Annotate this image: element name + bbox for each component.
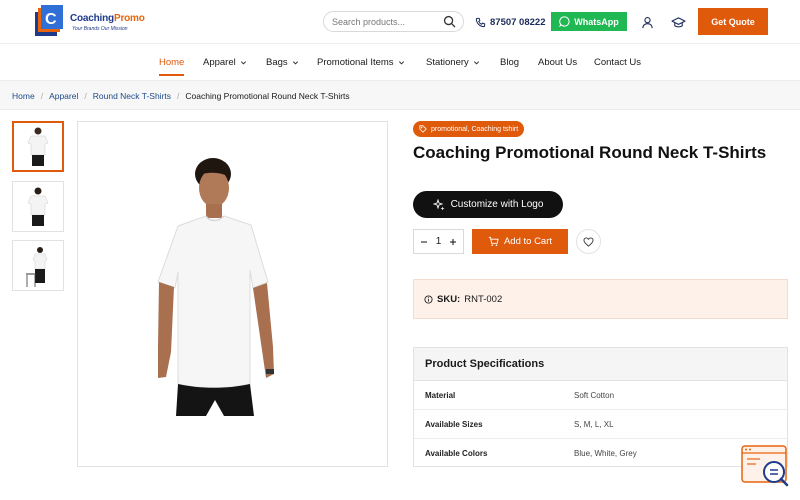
user-icon: [641, 16, 653, 28]
cart-icon: [488, 236, 499, 246]
logo[interactable]: C CoachingPromo Your Brands Our Mission: [32, 4, 145, 40]
chevron-down-icon: [240, 61, 246, 65]
product-tags-text: promotional, Coaching tshirt: [431, 125, 519, 133]
heart-icon: [583, 236, 594, 247]
nav-label: Stationery: [426, 57, 469, 68]
site-header: C CoachingPromo Your Brands Our Mission …: [0, 0, 800, 44]
nav-label: Promotional Items: [317, 57, 394, 68]
logo-wordmark: CoachingPromo: [70, 13, 145, 24]
nav-label: Blog: [500, 57, 520, 68]
breadcrumb-separator: /: [40, 91, 44, 101]
breadcrumb-apparel[interactable]: Apparel: [49, 91, 78, 101]
account-button[interactable]: [638, 12, 656, 32]
main-product-image[interactable]: [77, 121, 388, 467]
quantity-stepper: 1: [413, 229, 464, 254]
plus-icon[interactable]: [449, 238, 457, 246]
tshirt-back-thumbnail: [27, 187, 49, 226]
nav-item-bags[interactable]: Bags: [266, 57, 299, 68]
product-specifications: Product Specifications Material Soft Cot…: [413, 347, 788, 467]
product-tags[interactable]: promotional, Coaching tshirt: [413, 121, 525, 137]
nav-label: About Us: [538, 57, 578, 68]
spec-row: Available Sizes S, M, L, XL: [414, 410, 787, 439]
nav-item-stationery[interactable]: Stationery: [426, 57, 480, 68]
svg-text:C: C: [45, 11, 57, 28]
logo-tagline: Your Brands Our Mission: [72, 26, 128, 32]
nav-label: Contact Us: [594, 57, 641, 68]
spec-value: Blue, White, Grey: [574, 449, 637, 458]
spec-row: Available Colors Blue, White, Grey: [414, 439, 787, 468]
main-nav: Home Apparel Bags Promotional Items Stat…: [0, 44, 800, 81]
graduation-cap-icon: [670, 16, 686, 27]
breadcrumb-home[interactable]: Home: [12, 91, 35, 101]
breadcrumb-bar: Home / Apparel / Round Neck T-Shirts / C…: [0, 81, 800, 110]
nav-item-blog[interactable]: Blog: [500, 57, 519, 68]
sparkle-icon: [432, 198, 445, 210]
nav-item-apparel[interactable]: Apparel: [203, 57, 247, 68]
thumbnail-front[interactable]: [12, 121, 64, 172]
breadcrumb-separator: /: [177, 91, 180, 101]
logo-brand-a: Coaching: [70, 13, 114, 24]
logo-mark-icon: C: [35, 5, 63, 36]
search-input[interactable]: [332, 15, 440, 29]
search-icon[interactable]: [443, 15, 456, 28]
thumbnail-seated[interactable]: [12, 240, 64, 291]
nav-label: Bags: [266, 57, 288, 68]
nav-label: Apparel: [203, 57, 236, 68]
breadcrumb-round-neck[interactable]: Round Neck T-Shirts: [93, 91, 171, 101]
phone-number: 87507 08222: [490, 16, 546, 28]
courses-button[interactable]: [669, 12, 687, 32]
breadcrumb-current: Coaching Promotional Round Neck T-Shirts: [185, 91, 350, 101]
quantity-value[interactable]: 1: [436, 236, 442, 247]
search-box: [323, 11, 464, 32]
customize-with-logo-button[interactable]: Customize with Logo: [413, 191, 563, 218]
whatsapp-icon: [559, 16, 570, 27]
spec-row: Material Soft Cotton: [414, 381, 787, 410]
chevron-down-icon: [473, 61, 479, 65]
tshirt-seated-thumbnail: [26, 247, 48, 287]
tshirt-model-image: [157, 158, 274, 416]
logo-brand-b: Promo: [113, 13, 145, 24]
spec-key: Available Colors: [425, 449, 488, 458]
spec-key: Material: [425, 390, 456, 400]
nav-item-contact-us[interactable]: Contact Us: [594, 57, 641, 68]
nav-item-home[interactable]: Home: [159, 57, 185, 76]
phone-link[interactable]: 87507 08222: [475, 14, 545, 30]
minus-icon[interactable]: [420, 238, 428, 246]
spec-value: S, M, L, XL: [574, 419, 614, 429]
breadcrumb-separator: /: [84, 91, 87, 101]
chevron-down-icon: [292, 61, 298, 65]
whatsapp-button[interactable]: WhatsApp: [551, 12, 627, 31]
nav-item-promotional-items[interactable]: Promotional Items: [317, 57, 405, 68]
sku-value: RNT-002: [464, 293, 503, 305]
add-to-cart-label: Add to Cart: [503, 236, 553, 247]
wishlist-button[interactable]: [576, 229, 601, 254]
get-quote-button[interactable]: Get Quote: [698, 8, 768, 35]
phone-icon: [475, 17, 486, 27]
breadcrumb: Home / Apparel / Round Neck T-Shirts / C…: [12, 91, 350, 101]
sku-box: SKU: RNT-002: [413, 279, 788, 319]
sku-label: SKU:: [437, 293, 461, 305]
info-icon: [424, 294, 433, 304]
product-title: Coaching Promotional Round Neck T-Shirts: [413, 143, 767, 162]
customize-label: Customize with Logo: [450, 199, 544, 210]
tag-icon: [419, 125, 427, 133]
chevron-down-icon: [398, 61, 404, 65]
add-to-cart-button[interactable]: Add to Cart: [472, 229, 568, 254]
nav-label: Home: [159, 57, 185, 68]
spec-value: Soft Cotton: [574, 390, 615, 400]
chat-widget-icon[interactable]: [740, 444, 790, 488]
spec-key: Available Sizes: [425, 419, 483, 429]
nav-item-about-us[interactable]: About Us: [538, 57, 577, 68]
specifications-title: Product Specifications: [414, 348, 787, 381]
whatsapp-label: WhatsApp: [574, 16, 619, 27]
thumbnail-back[interactable]: [12, 181, 64, 232]
tshirt-model-thumbnail: [27, 127, 49, 166]
